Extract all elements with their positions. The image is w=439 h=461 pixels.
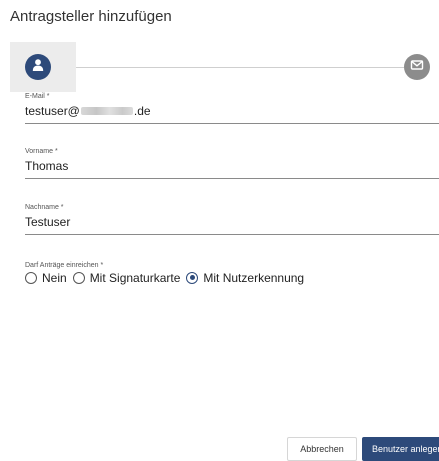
radio-option-nein[interactable]: Nein [25,271,67,285]
lastname-field[interactable]: Nachname * Testuser [25,203,439,235]
email-label: E-Mail * [25,93,50,100]
cancel-button[interactable]: Abbrechen [287,437,357,461]
email-value-prefix: testuser@ [25,104,80,118]
redacted-email-domain [80,107,133,115]
firstname-field[interactable]: Vorname * Thomas [25,147,439,179]
create-user-button[interactable]: Benutzer anlegen [362,437,439,461]
dialog-title: Antragsteller hinzufügen [10,8,172,25]
envelope-icon [410,58,424,77]
permission-label: Darf Anträge einreichen * [25,262,104,269]
radio-button-nutzerkennung[interactable] [186,272,199,284]
email-value-suffix: .de [133,104,151,118]
radio-label-nutzerkennung: Mit Nutzerkennung [203,271,305,285]
stepper-connector-line [76,67,404,68]
radio-label-nein: Nein [42,271,67,285]
email-input[interactable]: testuser@ .de [25,103,439,124]
permission-radio-group: Nein Mit Signaturkarte Mit Nutzerkennung [25,271,310,285]
email-field[interactable]: E-Mail * testuser@ .de [25,92,439,124]
step-user-details[interactable] [25,54,51,80]
radio-option-nutzerkennung[interactable]: Mit Nutzerkennung [186,271,304,285]
lastname-label: Nachname * [25,204,64,211]
lastname-input[interactable]: Testuser [25,214,439,235]
radio-label-signaturkarte: Mit Signaturkarte [89,271,181,285]
radio-button-nein[interactable] [25,272,37,284]
firstname-input[interactable]: Thomas [25,158,439,179]
firstname-label: Vorname * [25,148,58,155]
user-icon [31,58,45,77]
radio-button-signaturkarte[interactable] [72,272,85,284]
radio-option-signaturkarte[interactable]: Mit Signaturkarte [72,271,181,285]
step-email[interactable] [404,54,430,80]
